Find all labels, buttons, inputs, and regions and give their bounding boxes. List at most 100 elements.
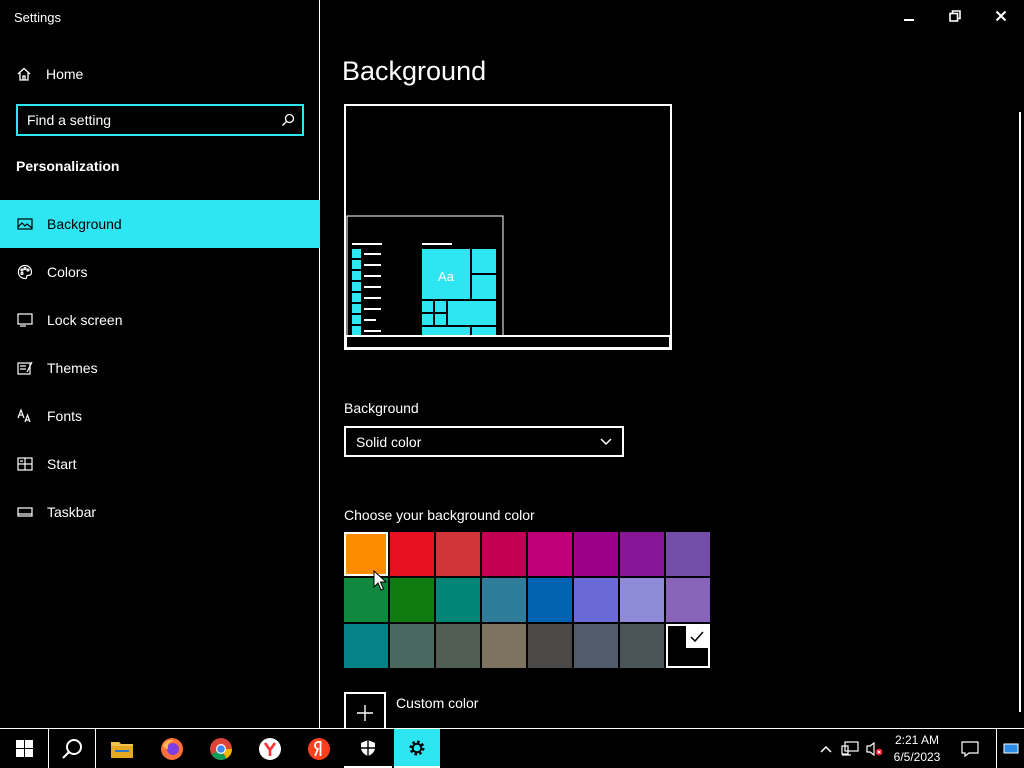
show-hidden-icons-button[interactable]: [814, 729, 838, 768]
network-tray-button[interactable]: [838, 729, 862, 768]
window-title: Settings: [14, 10, 61, 25]
desktop-preview-image: Aa: [345, 215, 671, 349]
color-swatch[interactable]: [344, 624, 388, 668]
color-swatch[interactable]: [666, 578, 710, 622]
sidebar-item-label: Background: [47, 216, 122, 232]
sidebar: Settings Home Personalization Background: [0, 0, 320, 728]
color-swatch[interactable]: [574, 532, 618, 576]
fonts-icon: [17, 408, 31, 423]
restore-button[interactable]: [932, 0, 978, 32]
color-swatch[interactable]: [390, 578, 434, 622]
settings-icon: [409, 740, 425, 755]
plus-icon: [357, 705, 373, 721]
sidebar-item-colors[interactable]: Colors: [0, 248, 320, 296]
color-swatch[interactable]: [390, 624, 434, 668]
color-swatch[interactable]: [482, 578, 526, 622]
nav-list: Background Colors Lock screen Themes Fon…: [0, 200, 320, 536]
show-desktop-button[interactable]: [996, 729, 1024, 768]
palette-icon: [17, 264, 33, 280]
home-icon: [17, 67, 31, 81]
search-button[interactable]: [48, 729, 96, 768]
sidebar-item-label: Taskbar: [47, 504, 97, 520]
search-icon: [62, 738, 82, 759]
sidebar-item-lock-screen[interactable]: Lock screen: [0, 296, 320, 344]
custom-color-label[interactable]: Custom color: [396, 695, 478, 711]
yandex-icon: [308, 737, 330, 760]
preview-tile-text: Aa: [438, 269, 455, 284]
sidebar-item-start[interactable]: Start: [0, 440, 320, 488]
color-swatch[interactable]: [666, 532, 710, 576]
color-swatch[interactable]: [574, 624, 618, 668]
color-swatch[interactable]: [528, 624, 572, 668]
start-icon: [15, 740, 33, 757]
home-link[interactable]: Home: [16, 64, 83, 84]
firefox-icon: [161, 737, 183, 760]
action-center-button[interactable]: [952, 729, 988, 768]
sidebar-item-label: Lock screen: [47, 312, 123, 328]
notification-icon: [961, 740, 979, 757]
search-icon[interactable]: [274, 106, 302, 134]
section-title: Personalization: [16, 158, 120, 174]
sidebar-item-label: Colors: [47, 264, 88, 280]
minimize-button[interactable]: [886, 0, 932, 32]
yandex-button[interactable]: [295, 729, 343, 768]
search-input[interactable]: [18, 111, 274, 129]
chevron-up-icon: [820, 745, 832, 753]
color-swatch[interactable]: [620, 532, 664, 576]
volume-muted-icon: [866, 741, 883, 756]
scrollbar[interactable]: [1019, 112, 1021, 712]
sidebar-item-background[interactable]: Background: [0, 200, 320, 248]
sidebar-item-themes[interactable]: Themes: [0, 344, 320, 392]
lock-screen-icon: [17, 313, 33, 327]
home-label: Home: [46, 66, 84, 82]
color-swatch[interactable]: [620, 578, 664, 622]
restore-icon: [949, 10, 961, 22]
color-swatch[interactable]: [482, 624, 526, 668]
firefox-button[interactable]: [148, 729, 196, 768]
taskbar-icon: [17, 507, 33, 517]
security-button[interactable]: [344, 729, 392, 768]
sidebar-item-taskbar[interactable]: Taskbar: [0, 488, 320, 536]
clock-time: 2:21 AM: [894, 732, 940, 747]
color-swatch[interactable]: [528, 532, 572, 576]
color-grid: [344, 532, 712, 668]
yandex-browser-button[interactable]: [246, 729, 294, 768]
chrome-icon: [210, 737, 232, 760]
color-swatch[interactable]: [528, 578, 572, 622]
search-box[interactable]: [16, 104, 304, 136]
picture-icon: [17, 218, 33, 230]
file-explorer-button[interactable]: [98, 729, 146, 768]
color-swatch[interactable]: [436, 532, 480, 576]
color-swatch[interactable]: [390, 532, 434, 576]
sidebar-item-label: Start: [47, 456, 77, 472]
file-explorer-icon: [111, 741, 133, 758]
clock-date: 6/5/2023: [893, 749, 941, 764]
color-swatch[interactable]: [482, 532, 526, 576]
clock[interactable]: 2:21 AM 6/5/2023: [888, 729, 946, 768]
close-button[interactable]: [978, 0, 1024, 32]
taskbar: 2:21 AM 6/5/2023: [0, 728, 1024, 768]
color-swatch[interactable]: [666, 624, 710, 668]
volume-tray-button[interactable]: [862, 729, 886, 768]
color-swatch[interactable]: [574, 578, 618, 622]
yandex-browser-icon: [259, 737, 281, 760]
sidebar-item-fonts[interactable]: Fonts: [0, 392, 320, 440]
background-dropdown[interactable]: Solid color: [344, 426, 624, 457]
color-swatch[interactable]: [620, 624, 664, 668]
color-swatch[interactable]: [436, 624, 480, 668]
security-icon: [361, 739, 375, 756]
background-preview: Aa: [344, 104, 672, 350]
settings-button[interactable]: [394, 729, 440, 768]
color-swatch[interactable]: [436, 578, 480, 622]
themes-icon: [17, 361, 33, 375]
start-button[interactable]: [0, 729, 48, 768]
mouse-cursor-icon: [373, 570, 387, 591]
sidebar-item-label: Themes: [47, 360, 98, 376]
network-icon: [841, 740, 859, 756]
choose-color-label: Choose your background color: [344, 507, 535, 523]
start-icon: [17, 457, 33, 471]
chrome-button[interactable]: [197, 729, 245, 768]
background-dropdown-value: Solid color: [356, 433, 422, 450]
page-title: Background: [342, 56, 487, 86]
background-label: Background: [344, 400, 419, 416]
